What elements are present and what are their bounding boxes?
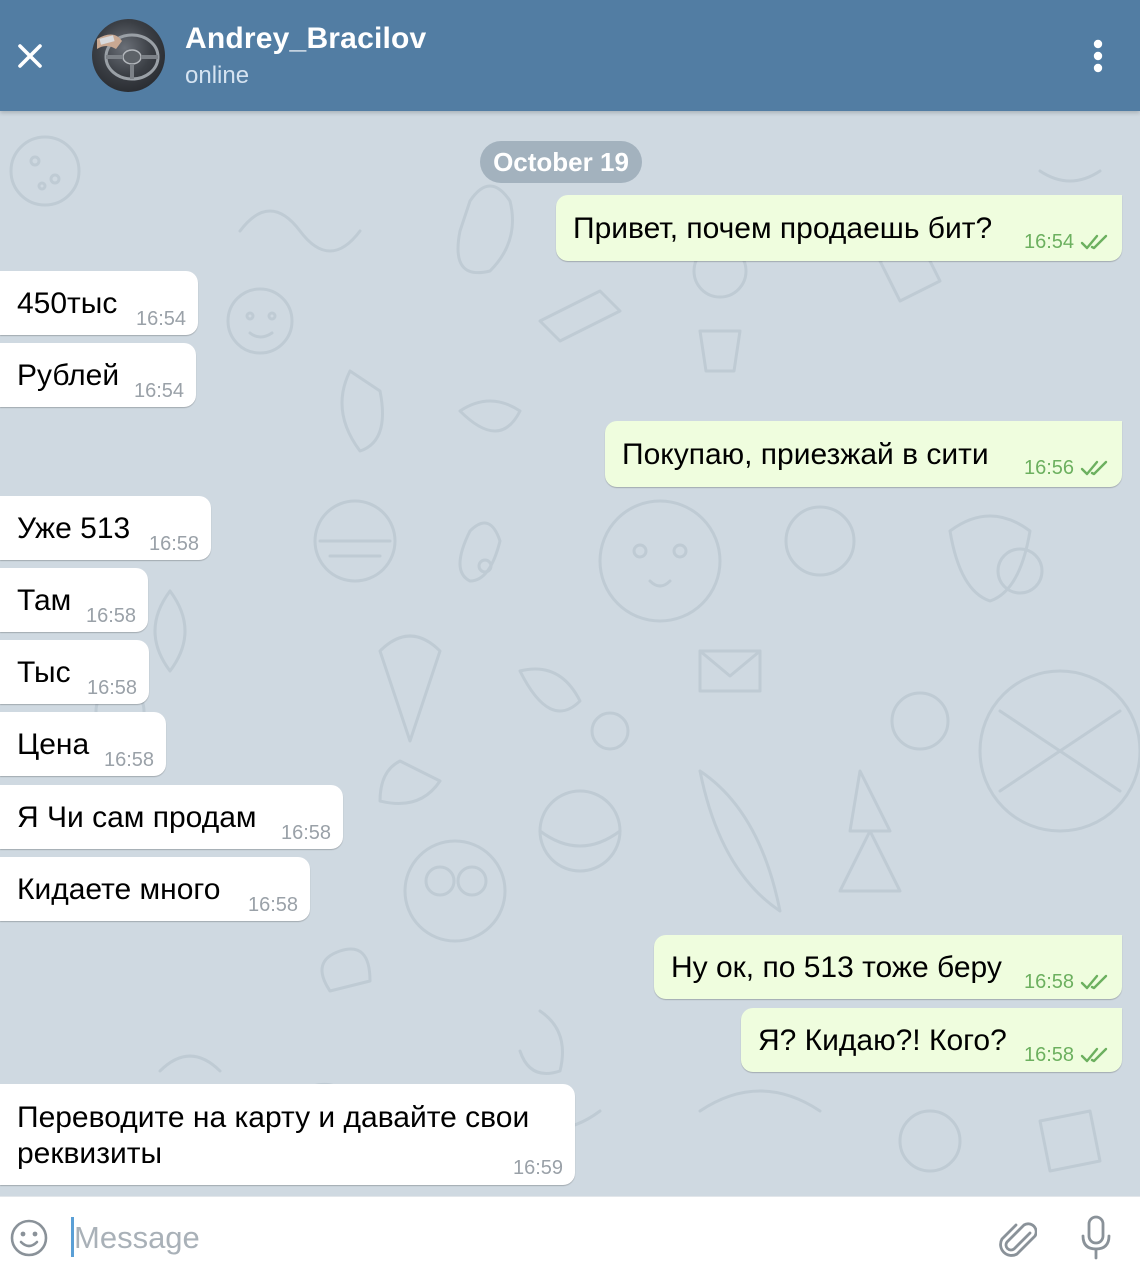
message-text: Привет, почем продаешь бит?: [573, 212, 993, 245]
paperclip-icon: [999, 1222, 1037, 1257]
double-check-icon: [1080, 974, 1108, 990]
message-text: Ну ок, по 513 тоже беру: [671, 951, 1002, 984]
more-vertical-icon: [1093, 39, 1103, 73]
message-incoming[interactable]: Кидаете много 16:58: [0, 857, 310, 921]
message-time: 16:59: [513, 1157, 564, 1179]
message-text: Уже 513: [17, 512, 131, 545]
message-incoming[interactable]: Тыс 16:58: [0, 640, 149, 704]
message-text: Тыс: [17, 656, 71, 689]
message-text: Цена: [17, 728, 90, 761]
message-text: Кидаете много: [17, 873, 221, 906]
microphone-icon: [1081, 1215, 1111, 1260]
message-text: Там: [17, 584, 72, 617]
message-incoming[interactable]: Там 16:58: [0, 568, 148, 632]
chat-header: Andrey_Bracilov online: [0, 0, 1140, 111]
double-check-icon: [1080, 234, 1108, 250]
contact-status: online: [185, 62, 250, 89]
message-time: 16:58: [104, 749, 155, 771]
message-incoming[interactable]: Переводите на карту и давайте свои рекви…: [0, 1084, 575, 1185]
message-outgoing[interactable]: Покупаю, приезжай в сити 16:56: [605, 421, 1122, 487]
avatar[interactable]: [92, 19, 165, 92]
message-time: 16:58: [281, 822, 332, 844]
message-time: 16:54: [136, 308, 187, 330]
message-text: Рублей: [17, 359, 120, 392]
message-incoming[interactable]: Рублей 16:54: [0, 343, 196, 407]
message-incoming[interactable]: 450тыс 16:54: [0, 271, 198, 335]
message-time: 16:56: [1024, 457, 1075, 479]
double-check-icon: [1080, 1047, 1108, 1063]
double-check-icon: [1080, 460, 1108, 476]
message-outgoing[interactable]: Привет, почем продаешь бит? 16:54: [556, 195, 1122, 261]
message-incoming[interactable]: Я Чи сам продам 16:58: [0, 785, 343, 849]
text-cursor: [71, 1217, 74, 1257]
date-divider: October 19: [480, 141, 642, 183]
message-incoming[interactable]: Уже 513 16:58: [0, 496, 211, 560]
message-list[interactable]: October 19 Привет, почем продаешь бит? 1…: [0, 111, 1140, 1196]
close-button[interactable]: [8, 28, 52, 84]
message-text: Я Чи сам продам: [17, 801, 257, 834]
close-icon: [18, 44, 42, 68]
telegram-chat-screen: Andrey_Bracilov online October 19 Привет…: [0, 0, 1140, 1280]
contact-name[interactable]: Andrey_Bracilov: [185, 22, 426, 56]
attach-button[interactable]: [992, 1213, 1042, 1263]
more-options-button[interactable]: [1078, 30, 1118, 82]
message-outgoing[interactable]: Я? Кидаю?! Кого? 16:58: [741, 1008, 1122, 1072]
message-input[interactable]: [70, 1213, 954, 1263]
message-time: 16:58: [86, 605, 137, 627]
message-text: Я? Кидаю?! Кого?: [758, 1024, 1007, 1057]
message-time: 16:58: [248, 894, 299, 916]
message-outgoing[interactable]: Ну ок, по 513 тоже беру 16:58: [654, 935, 1122, 999]
message-composer: [0, 1196, 1140, 1280]
message-time: 16:58: [87, 677, 138, 699]
message-time: 16:54: [134, 380, 185, 402]
message-text: Покупаю, приезжай в сити: [622, 438, 989, 471]
voice-record-button[interactable]: [1072, 1211, 1120, 1265]
message-time: 16:58: [149, 533, 200, 555]
message-text-line: Переводите на карту и давайте свои: [17, 1101, 530, 1134]
message-incoming[interactable]: Цена 16:58: [0, 712, 166, 776]
message-time: 16:58: [1024, 971, 1075, 993]
message-text-line: реквизиты: [17, 1137, 163, 1170]
message-time: 16:58: [1024, 1044, 1075, 1066]
emoji-button[interactable]: [6, 1215, 52, 1261]
message-time: 16:54: [1024, 231, 1075, 253]
emoji-icon: [10, 1219, 48, 1257]
message-text: 450тыс: [17, 287, 118, 320]
